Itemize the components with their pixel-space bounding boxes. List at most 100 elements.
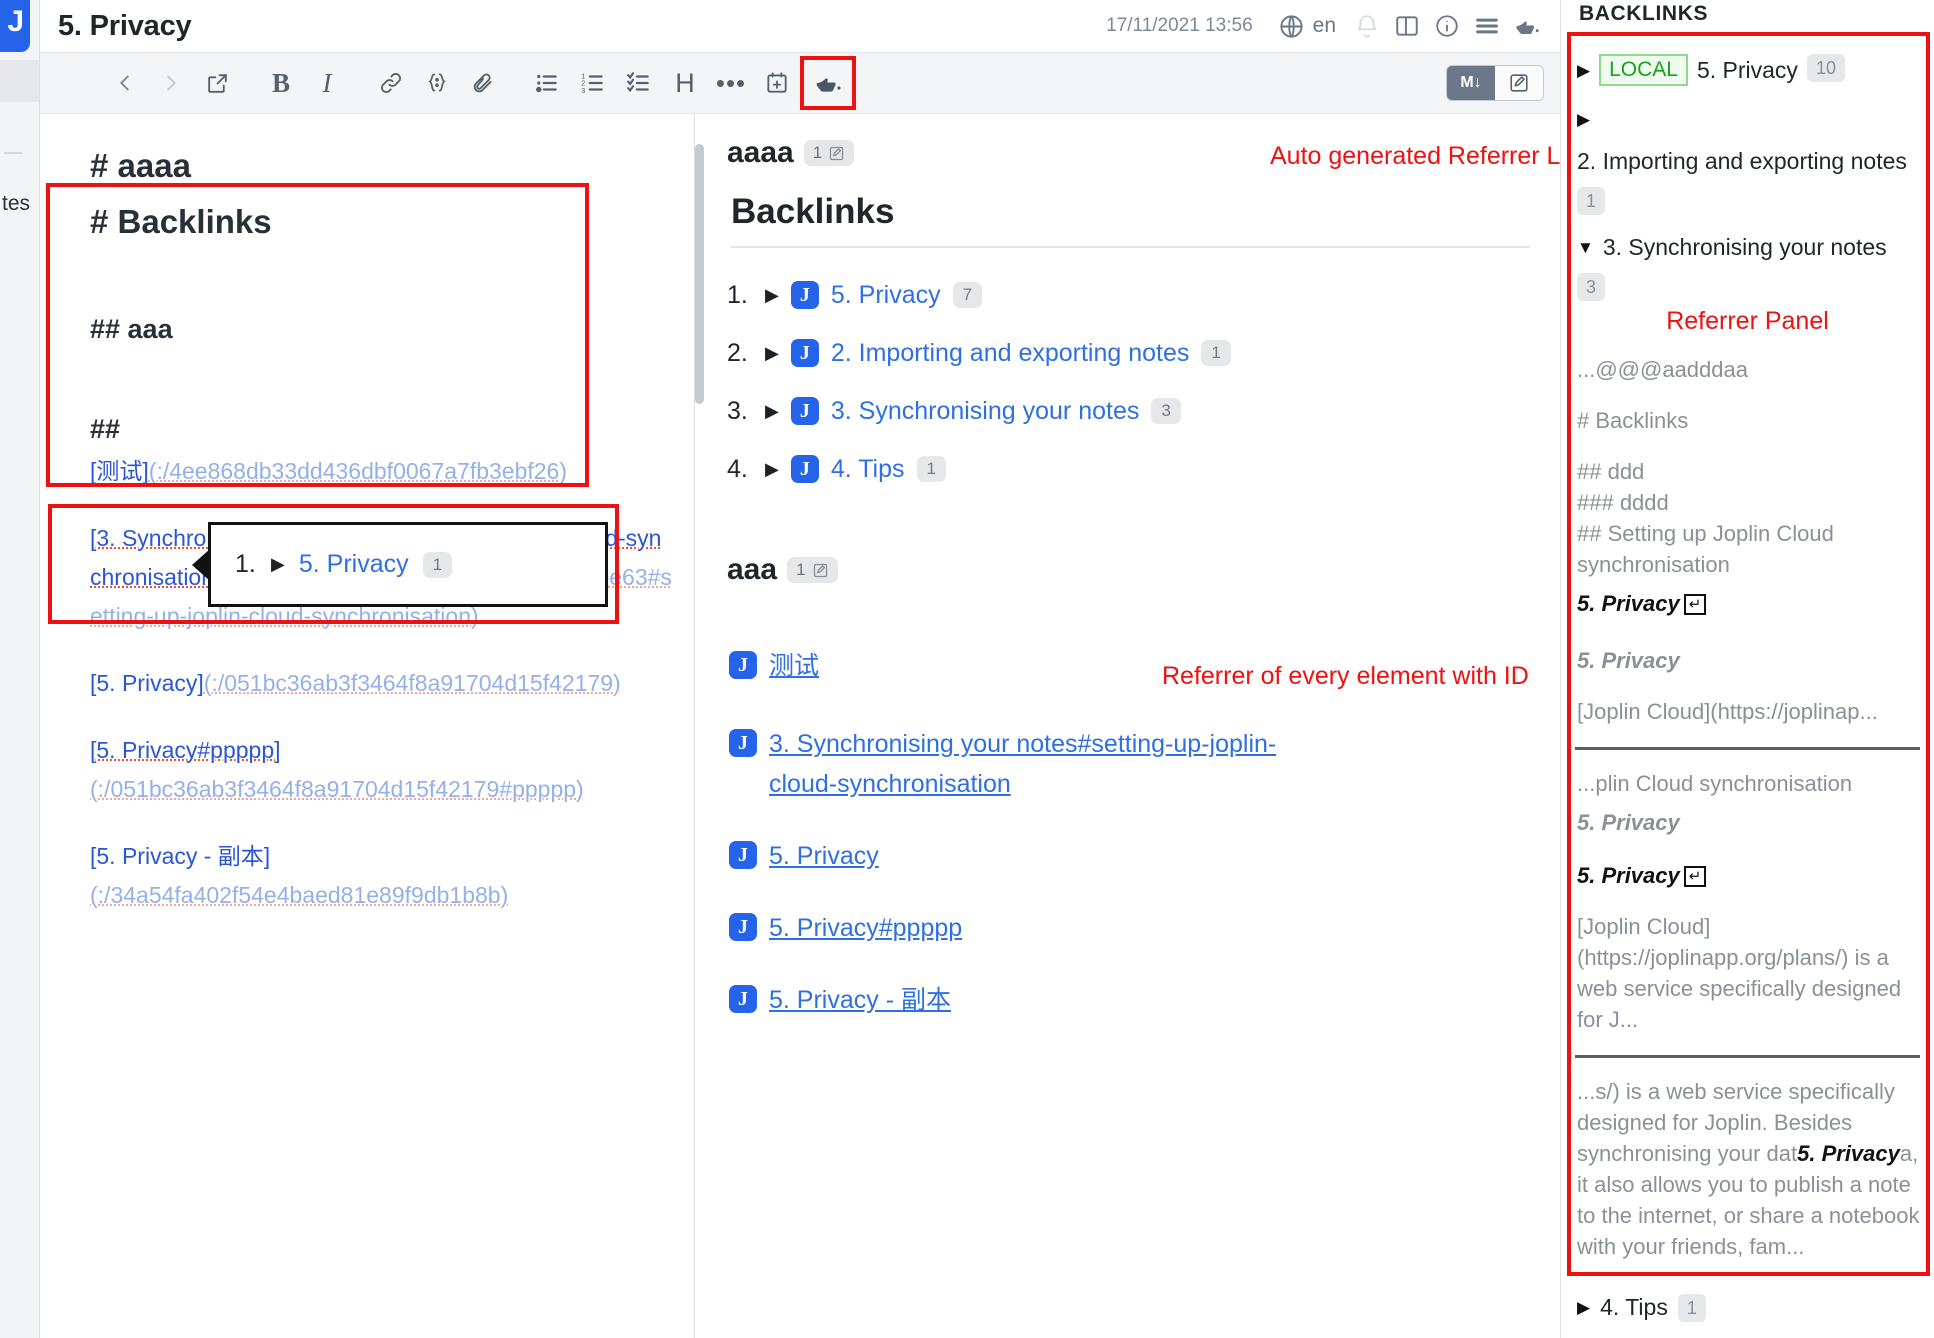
editor-blank-line: [90, 636, 672, 664]
backlinks-panel-node[interactable]: ▶ 2. Importing and exporting notes 1: [1573, 103, 1922, 215]
node-label[interactable]: 2. Importing and exporting notes: [1577, 145, 1907, 178]
backlink-label[interactable]: 3. Synchronising your notes: [831, 382, 1140, 440]
referrer-link-label[interactable]: 5. Privacy#ppppp: [769, 908, 962, 948]
node-label[interactable]: 5. Privacy: [1697, 54, 1798, 87]
element-header-aaa: aaa 1: [727, 540, 1530, 600]
editor-mode-toggle[interactable]: M↓: [1446, 65, 1544, 101]
editor-blank-line: [90, 491, 672, 519]
element-badge-count: 1: [796, 559, 805, 581]
numbered-list-button[interactable]: 1 2 3: [570, 61, 616, 105]
element-name: aaa: [727, 553, 777, 587]
back-button[interactable]: [102, 61, 148, 105]
element-badge-count: 1: [813, 142, 822, 164]
chevron-down-icon[interactable]: ▼: [1577, 231, 1594, 264]
backlink-index: 1.: [727, 266, 753, 324]
referrer-link-row[interactable]: J 5. Privacy - 副本: [729, 980, 1530, 1020]
layout-panels-icon[interactable]: [1388, 7, 1426, 45]
backlinks-plugin-icon[interactable]: [1508, 7, 1546, 45]
callout-label[interactable]: 5. Privacy: [299, 550, 409, 579]
backlink-row[interactable]: 1. ▶ J 5. Privacy 7: [727, 266, 1530, 324]
joplin-note-icon: J: [729, 651, 757, 679]
editor-link-line: [5. Privacy#ppppp](:/051bc36ab3f3464f8a9…: [90, 731, 672, 809]
chevron-right-icon[interactable]: ▶: [765, 382, 779, 440]
hamburger-menu-icon[interactable]: [1468, 7, 1506, 45]
markdown-editor[interactable]: # aaaa # Backlinks ## aaa ## [测试](:/4ee8…: [40, 114, 695, 1338]
referrer-link-label[interactable]: 3. Synchronising your notes#setting-up-j…: [769, 724, 1289, 804]
editor-link-line: [5. Privacy - 副本](:/34a54fa402f54e4baed8…: [90, 837, 672, 915]
node-count: 10: [1807, 54, 1845, 82]
note-timestamp: 17/11/2021 13:56: [1106, 15, 1253, 37]
chevron-right-icon[interactable]: ▶: [1577, 103, 1590, 136]
chevron-right-icon[interactable]: ▶: [271, 554, 285, 575]
richtext-mode-button[interactable]: [1495, 66, 1543, 100]
external-link-button[interactable]: [194, 61, 240, 105]
editor-toolbar: B I: [40, 52, 1560, 114]
preview-scrollbar[interactable]: [695, 144, 704, 404]
chevron-right-icon[interactable]: ▶: [1577, 1291, 1590, 1324]
link-label: [5. Privacy]: [90, 670, 204, 696]
backlinks-panel-node[interactable]: ▼ 3. Synchronising your notes 3: [1573, 231, 1922, 301]
referrer-link-row[interactable]: J 5. Privacy: [729, 836, 1530, 876]
insert-date-button[interactable]: [754, 61, 800, 105]
backlink-count: 7: [953, 282, 982, 308]
heading-button[interactable]: H: [662, 61, 708, 105]
annotation-label-element-referrer: Referrer of every element with ID: [1162, 662, 1529, 691]
joplin-note-icon: J: [729, 913, 757, 941]
bell-icon[interactable]: [1348, 7, 1386, 45]
backlink-label[interactable]: 5. Privacy: [831, 266, 941, 324]
snippet-text: [Joplin Cloud](https://joplinap...: [1573, 696, 1922, 727]
forward-button[interactable]: [148, 61, 194, 105]
referrer-link-label[interactable]: 5. Privacy - 副本: [769, 980, 951, 1020]
snippet-text: [Joplin Cloud](https://joplinapp.org/pla…: [1573, 911, 1922, 1035]
editor-blank-line: [90, 703, 672, 731]
jump-to-icon[interactable]: ↵: [1684, 866, 1707, 887]
bold-button[interactable]: B: [258, 61, 304, 105]
chevron-right-icon[interactable]: ▶: [765, 440, 779, 498]
callout-arrow-icon: [192, 549, 210, 581]
backlink-index: 3.: [727, 382, 753, 440]
horizontal-rule-button[interactable]: •••: [708, 61, 754, 105]
element-badge[interactable]: 1: [787, 557, 837, 583]
element-badge[interactable]: 1: [804, 140, 854, 166]
referrer-link-label[interactable]: 测试: [769, 646, 819, 686]
snippet-note-title: 5. Privacy: [1577, 810, 1680, 835]
snippet-note-title: 5. Privacy: [1577, 648, 1680, 673]
node-count: 3: [1577, 273, 1605, 301]
link-url: (:/051bc36ab3f3464f8a91704d15f42179): [204, 670, 621, 696]
node-label[interactable]: 3. Synchronising your notes: [1603, 231, 1887, 264]
chevron-right-icon[interactable]: ▶: [765, 324, 779, 382]
snippet-text: ...s/) is a web service specifically des…: [1573, 1076, 1922, 1262]
code-button[interactable]: [414, 61, 460, 105]
snippet-highlight: 5. Privacy↵: [1573, 588, 1922, 619]
sidebar-selected-row[interactable]: [0, 60, 39, 102]
bulleted-list-button[interactable]: [524, 61, 570, 105]
backlink-row[interactable]: 4. ▶ J 4. Tips 1: [727, 440, 1530, 498]
info-icon[interactable]: [1428, 7, 1466, 45]
node-label[interactable]: 4. Tips: [1600, 1294, 1668, 1321]
chevron-right-icon[interactable]: ▶: [1577, 54, 1590, 87]
backlink-row[interactable]: 3. ▶ J 3. Synchronising your notes 3: [727, 382, 1530, 440]
editor-line: # Backlinks: [90, 196, 672, 248]
backlink-label[interactable]: 2. Importing and exporting notes: [831, 324, 1190, 382]
backlinks-toolbar-button[interactable]: [800, 56, 856, 110]
referrer-link-label[interactable]: 5. Privacy: [769, 836, 879, 876]
hyperlink-button[interactable]: [368, 61, 414, 105]
checkbox-list-button[interactable]: [616, 61, 662, 105]
attach-file-button[interactable]: [460, 61, 506, 105]
jump-to-icon[interactable]: ↵: [1684, 594, 1707, 615]
backlink-row[interactable]: 2. ▶ J 2. Importing and exporting notes …: [727, 324, 1530, 382]
backlink-label[interactable]: 4. Tips: [831, 440, 905, 498]
markdown-mode-button[interactable]: M↓: [1447, 66, 1495, 100]
link-url: (:/4ee868db33dd436dbf0067a7fb3ebf26): [149, 458, 567, 484]
chevron-right-icon[interactable]: ▶: [765, 266, 779, 324]
svg-text:3: 3: [581, 86, 585, 95]
italic-button[interactable]: I: [304, 61, 350, 105]
callout-index: 1.: [235, 550, 261, 579]
referrer-link-row[interactable]: J 3. Synchronising your notes#setting-up…: [729, 724, 1289, 804]
globe-icon[interactable]: [1273, 7, 1311, 45]
referrer-link-row[interactable]: J 5. Privacy#ppppp: [729, 908, 1530, 948]
editor-blank-line: [90, 252, 672, 306]
backlinks-panel-node-bottom[interactable]: ▶ 4. Tips 1: [1577, 1291, 1706, 1324]
backlink-index: 4.: [727, 440, 753, 498]
backlinks-panel-node[interactable]: ▶ LOCAL 5. Privacy 10: [1573, 54, 1922, 87]
